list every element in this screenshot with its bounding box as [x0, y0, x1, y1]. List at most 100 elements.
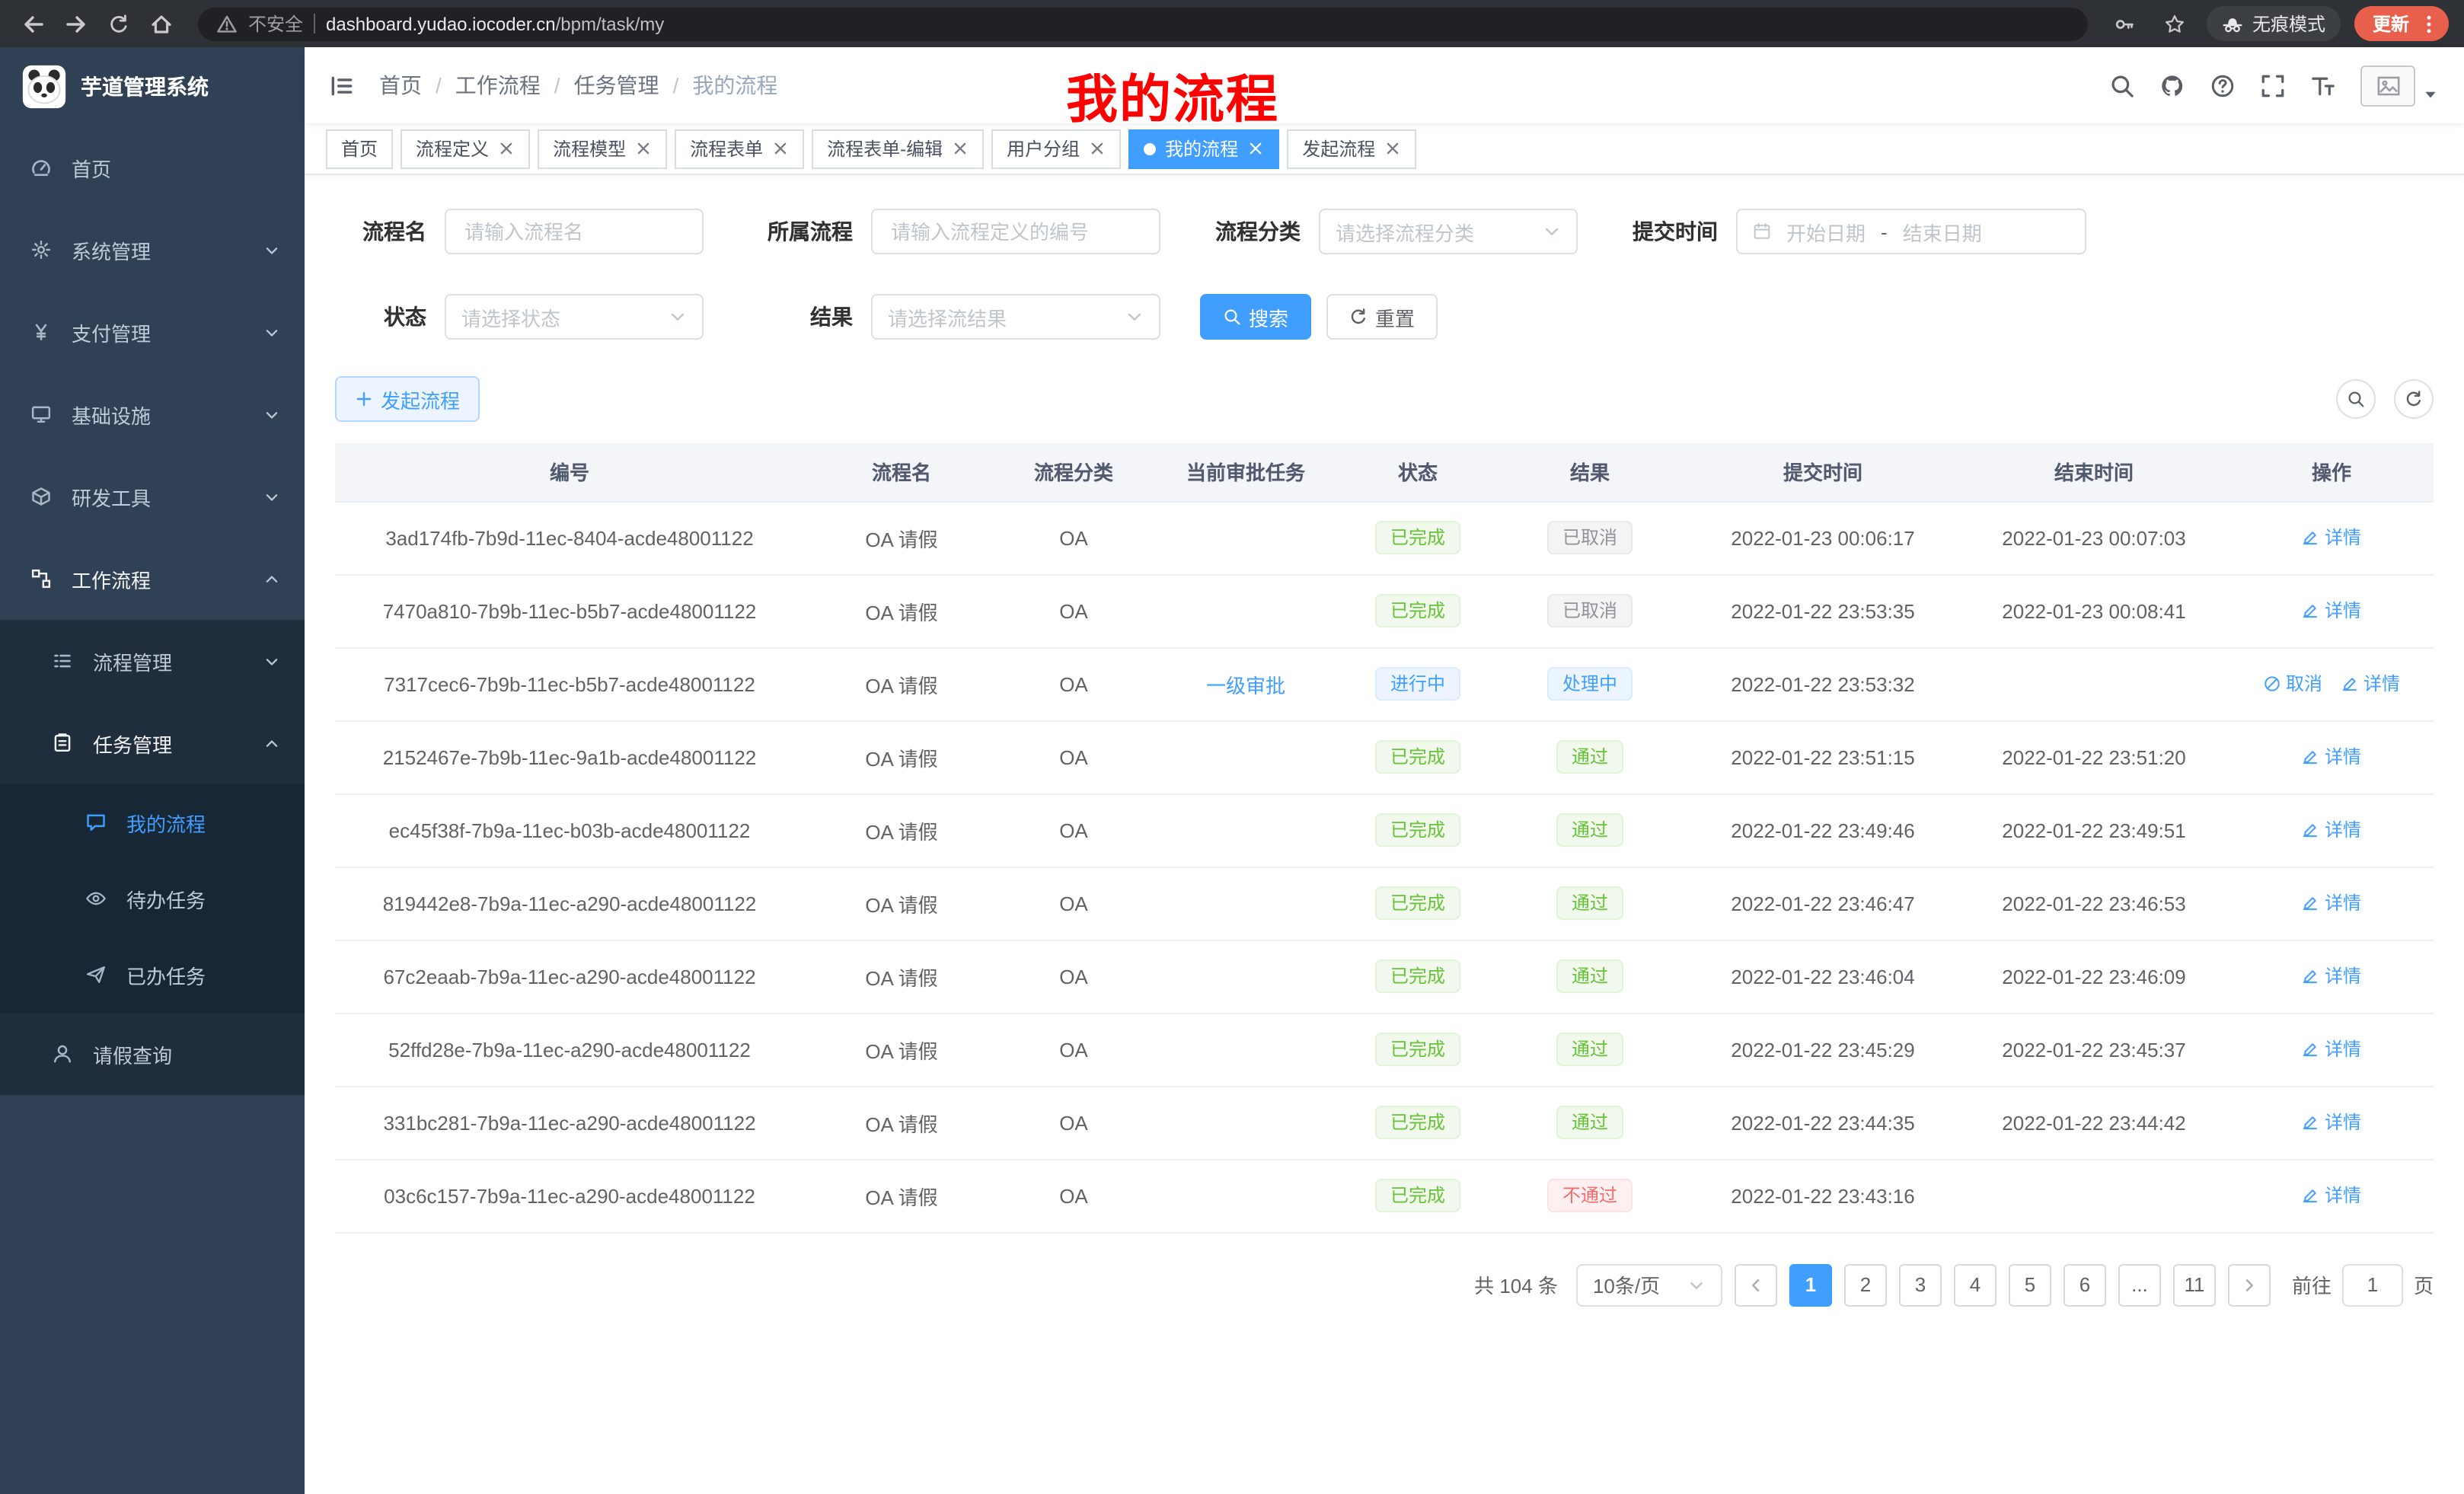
sidebar-toggle-button[interactable] [329, 72, 355, 98]
sidebar-item-my-process[interactable]: 我的流程 [0, 784, 305, 860]
close-icon[interactable] [635, 140, 652, 157]
status-select[interactable]: 请选择状态 [445, 294, 704, 340]
cell-end-time: 2022-01-22 23:51:20 [1958, 720, 2229, 793]
sidebar-item-task-mgmt[interactable]: 任务管理 [0, 702, 305, 784]
tab-my-process[interactable]: 我的流程 [1128, 129, 1279, 168]
search-button[interactable]: 搜索 [1200, 294, 1311, 340]
process-definition-input[interactable] [871, 209, 1160, 254]
cell-result: 通过 [1492, 1086, 1687, 1159]
browser-reload-button[interactable] [101, 5, 137, 42]
cell-status: 已完成 [1343, 1013, 1492, 1086]
status-badge: 已完成 [1375, 813, 1460, 847]
result-badge: 通过 [1556, 740, 1623, 774]
detail-link[interactable]: 详情 [2302, 1036, 2361, 1062]
sidebar-item-home[interactable]: 首页 [0, 126, 305, 209]
help-docs-button[interactable] [2210, 72, 2236, 98]
breadcrumb-workflow[interactable]: 工作流程 [455, 70, 541, 101]
chevron-down-icon [263, 406, 280, 423]
current-task-link[interactable]: 一级审批 [1206, 674, 1285, 697]
breadcrumb-task-mgmt[interactable]: 任务管理 [574, 70, 659, 101]
close-icon[interactable] [1384, 140, 1401, 157]
detail-link[interactable]: 详情 [2302, 963, 2361, 989]
sidebar-item-process-mgmt[interactable]: 流程管理 [0, 620, 305, 702]
process-name-input[interactable] [445, 209, 704, 254]
sidebar-item-system[interactable]: 系统管理 [0, 209, 305, 291]
github-link[interactable] [2159, 72, 2185, 98]
cell-id: 2152467e-7b9b-11ec-9a1b-acde48001122 [335, 720, 804, 793]
next-page-button[interactable] [2228, 1263, 2271, 1306]
app-logo[interactable]: 芋道管理系统 [0, 47, 305, 126]
detail-link[interactable]: 详情 [2302, 1183, 2361, 1208]
sidebar-item-infra[interactable]: 基础设施 [0, 373, 305, 455]
sidebar-item-workflow[interactable]: 工作流程 [0, 538, 305, 620]
page-size-select[interactable]: 10条/页 [1576, 1263, 1722, 1306]
tab-home[interactable]: 首页 [326, 129, 393, 168]
url-bar[interactable]: 不安全 dashboard.yudao.iocoder.cn/bpm/task/… [198, 7, 2088, 40]
cell-submit-time: 2022-01-22 23:46:47 [1687, 867, 1958, 940]
tab-start-process[interactable]: 发起流程 [1287, 129, 1416, 168]
cell-name: OA 请假 [804, 1159, 999, 1232]
sidebar-item-label: 任务管理 [93, 729, 263, 758]
detail-link[interactable]: 详情 [2302, 890, 2361, 916]
page-button-1[interactable]: 1 [1789, 1263, 1832, 1306]
page-button-5[interactable]: 5 [2009, 1263, 2051, 1306]
goto-page-input[interactable] [2342, 1263, 2403, 1306]
result-select[interactable]: 请选择流结果 [871, 294, 1160, 340]
page-button-6[interactable]: 6 [2063, 1263, 2106, 1306]
close-icon[interactable] [772, 140, 789, 157]
detail-link[interactable]: 详情 [2302, 1109, 2361, 1135]
process-category-select[interactable]: 请选择流程分类 [1319, 209, 1578, 254]
cell-name: OA 请假 [804, 940, 999, 1013]
detail-link[interactable]: 详情 [2302, 598, 2361, 624]
browser-home-button[interactable] [143, 5, 180, 42]
cell-end-time: 2022-01-22 23:44:42 [1958, 1086, 2229, 1159]
browser-back-button[interactable] [15, 5, 52, 42]
password-key-icon[interactable] [2106, 5, 2143, 42]
detail-link[interactable]: 详情 [2302, 817, 2361, 843]
cancel-link[interactable]: 取消 [2263, 671, 2322, 697]
close-icon[interactable] [952, 140, 969, 157]
page-button-4[interactable]: 4 [1954, 1263, 1996, 1306]
toggle-search-button[interactable] [2336, 379, 2376, 419]
sidebar-item-leave-query[interactable]: 请假查询 [0, 1013, 305, 1095]
bookmark-star-icon[interactable] [2156, 5, 2193, 42]
tab-process-form-edit[interactable]: 流程表单-编辑 [812, 129, 984, 168]
breadcrumb-home[interactable]: 首页 [379, 70, 422, 101]
more-pages-button[interactable]: ... [2118, 1263, 2161, 1306]
cell-submit-time: 2022-01-22 23:53:32 [1687, 647, 1958, 720]
sidebar-item-todo-tasks[interactable]: 待办任务 [0, 860, 305, 937]
status-badge: 已完成 [1375, 740, 1460, 774]
close-icon[interactable] [498, 140, 515, 157]
tab-process-model[interactable]: 流程模型 [538, 129, 667, 168]
browser-forward-button[interactable] [58, 5, 94, 42]
sidebar-item-done-tasks[interactable]: 已办任务 [0, 937, 305, 1013]
submit-time-range-picker[interactable]: 开始日期 - 结束日期 [1736, 209, 2086, 254]
fullscreen-button[interactable] [2260, 72, 2286, 98]
select-placeholder: 请选择流程分类 [1336, 217, 1474, 246]
reset-button[interactable]: 重置 [1326, 294, 1438, 340]
page-button-2[interactable]: 2 [1844, 1263, 1887, 1306]
refresh-table-button[interactable] [2394, 379, 2434, 419]
start-process-button[interactable]: 发起流程 [335, 376, 480, 422]
detail-link[interactable]: 详情 [2302, 744, 2361, 770]
close-icon[interactable] [1247, 140, 1264, 157]
page-button-11[interactable]: 11 [2173, 1263, 2216, 1306]
font-size-button[interactable] [2310, 72, 2336, 98]
prev-page-button[interactable] [1735, 1263, 1777, 1306]
status-badge: 已完成 [1375, 521, 1460, 554]
page-button-3[interactable]: 3 [1899, 1263, 1942, 1306]
close-icon[interactable] [1089, 140, 1106, 157]
sidebar-item-payment[interactable]: 支付管理 [0, 291, 305, 373]
update-button[interactable]: 更新 [2354, 6, 2449, 41]
sidebar-item-devtools[interactable]: 研发工具 [0, 455, 305, 538]
header-search-button[interactable] [2109, 72, 2135, 98]
yen-icon [30, 321, 52, 343]
browser-menu-icon[interactable] [2418, 13, 2440, 34]
detail-link[interactable]: 详情 [2341, 671, 2400, 697]
tab-process-form[interactable]: 流程表单 [675, 129, 804, 168]
detail-link[interactable]: 详情 [2302, 525, 2361, 551]
tab-user-group[interactable]: 用户分组 [991, 129, 1121, 168]
user-avatar-menu[interactable] [2360, 65, 2440, 106]
tab-process-definition[interactable]: 流程定义 [401, 129, 530, 168]
cell-submit-time: 2022-01-22 23:53:35 [1687, 574, 1958, 647]
